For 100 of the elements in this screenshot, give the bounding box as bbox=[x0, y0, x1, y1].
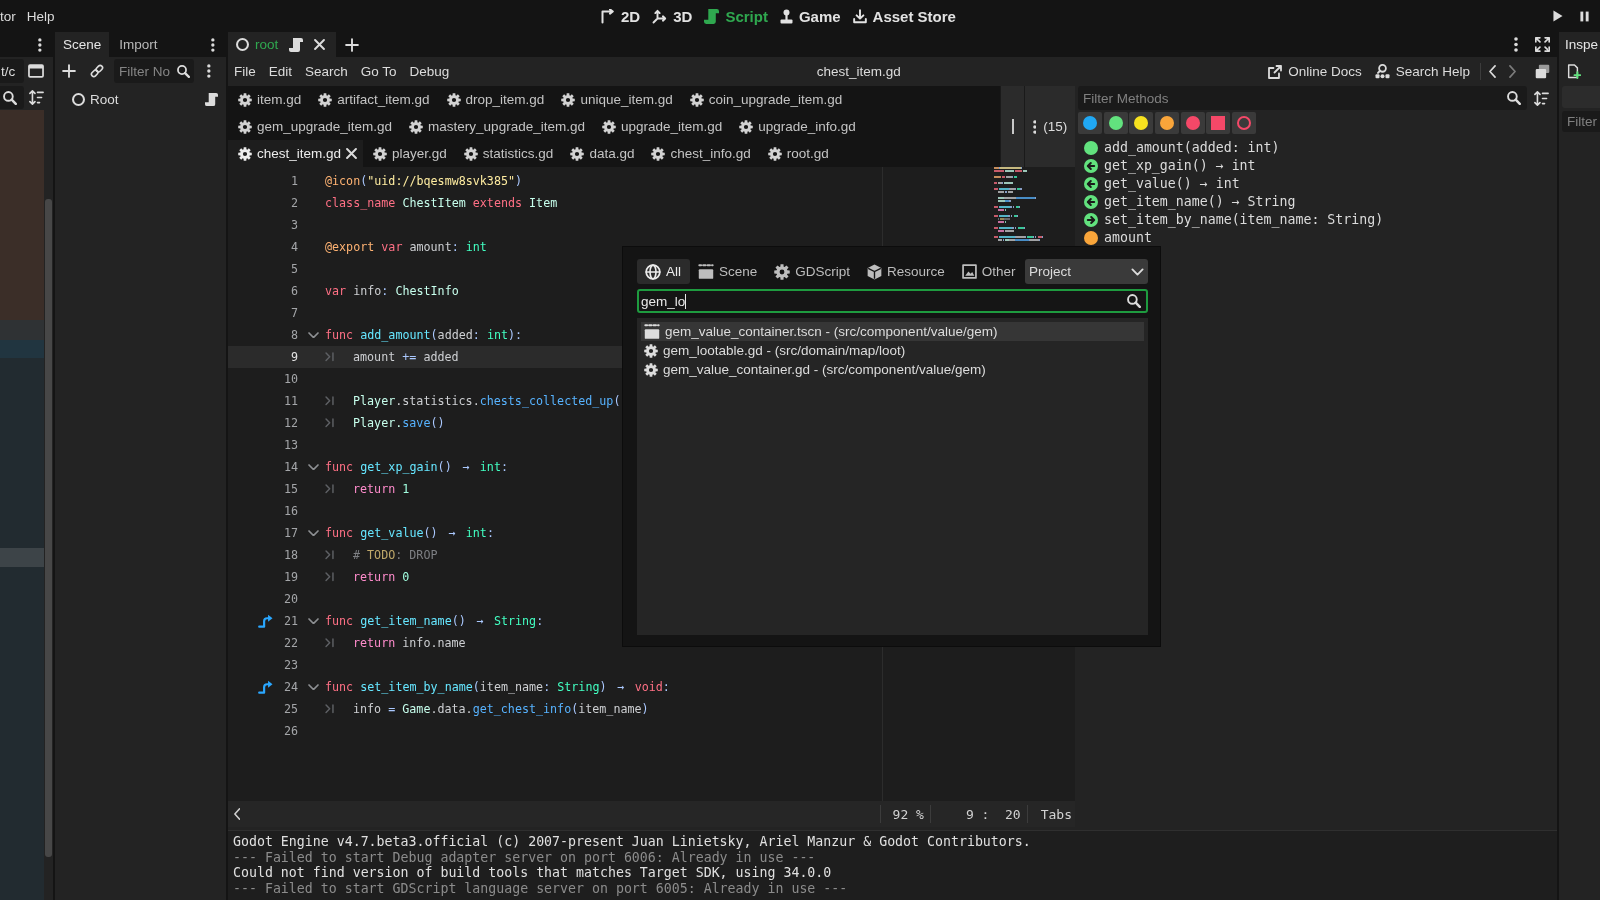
file-tab[interactable]: mastery_upgrade_item.gd bbox=[399, 113, 592, 140]
file-tab[interactable]: unique_item.gd bbox=[551, 86, 680, 113]
file-tab[interactable]: player.gd bbox=[363, 140, 454, 167]
filter-tab[interactable]: All bbox=[637, 259, 690, 284]
bent-arrow-icon[interactable] bbox=[257, 614, 273, 628]
file-tab[interactable]: item.gd bbox=[228, 86, 309, 113]
filter-tab[interactable]: Other bbox=[953, 259, 1025, 284]
result-item[interactable]: gem_value_container.gd - (src/component/value/gem) bbox=[641, 360, 1144, 379]
editor-tab[interactable]: Asset Store bbox=[852, 7, 956, 25]
link-icon[interactable] bbox=[90, 64, 104, 78]
color-filter-button[interactable] bbox=[1232, 112, 1257, 134]
file-tab[interactable]: chest_info.gd bbox=[641, 140, 758, 167]
more-options-icon[interactable] bbox=[211, 37, 215, 52]
color-filter-button[interactable] bbox=[1078, 112, 1102, 134]
menu-item[interactable]: Search bbox=[305, 64, 348, 79]
color-filter-button[interactable] bbox=[1206, 112, 1231, 134]
indentation-mode[interactable]: Tabs bbox=[1040, 806, 1072, 822]
chevron-left-icon[interactable] bbox=[234, 808, 241, 820]
color-filter-button[interactable] bbox=[1155, 112, 1180, 134]
editor-tab[interactable]: Script bbox=[704, 7, 768, 25]
dock-tab[interactable]: Scene bbox=[55, 32, 110, 57]
path-field[interactable]: t/c bbox=[0, 59, 24, 83]
member-item[interactable]: get_item_name() → String bbox=[1104, 194, 1296, 210]
menu-item[interactable]: Help bbox=[26, 8, 55, 24]
file-tab[interactable]: upgrade_info.gd bbox=[729, 113, 863, 140]
member-item[interactable]: get_value() → int bbox=[1104, 176, 1240, 192]
file-tab[interactable]: chest_item.gd bbox=[228, 140, 364, 167]
editor-tab[interactable]: 3D bbox=[652, 7, 693, 25]
more-options-icon[interactable] bbox=[207, 64, 211, 78]
filter-field[interactable]: Filter No bbox=[114, 59, 194, 83]
fold-chevron-icon[interactable] bbox=[307, 617, 319, 625]
line-number: 24 bbox=[283, 680, 298, 694]
filter-field[interactable]: Filter Methods bbox=[1078, 86, 1527, 110]
panel-layout-icon[interactable] bbox=[28, 64, 44, 78]
menu-item[interactable]: Edit bbox=[268, 64, 293, 79]
close-icon[interactable] bbox=[314, 39, 326, 50]
close-icon[interactable] bbox=[346, 148, 358, 159]
menu-item[interactable]: Go To bbox=[360, 64, 397, 79]
more-options-icon[interactable] bbox=[1032, 119, 1037, 134]
color-filter-button[interactable] bbox=[1129, 112, 1154, 134]
file-tab[interactable]: data.gd bbox=[560, 140, 642, 167]
member-item[interactable]: amount bbox=[1104, 230, 1152, 246]
zoom-level[interactable]: 92 % bbox=[892, 806, 924, 822]
play-icon[interactable] bbox=[1553, 10, 1563, 22]
help-link[interactable]: Search Help bbox=[1374, 64, 1470, 79]
result-item[interactable]: gem_lootable.gd - (src/domain/map/loot) bbox=[641, 341, 1144, 360]
file-tab[interactable]: statistics.gd bbox=[453, 140, 561, 167]
gear-icon bbox=[238, 119, 252, 134]
editor-tab[interactable]: 2D bbox=[600, 7, 641, 25]
plus-icon[interactable] bbox=[62, 64, 76, 78]
filter-field[interactable] bbox=[0, 86, 24, 109]
search-field[interactable]: gem_lo bbox=[637, 289, 1148, 313]
bent-arrow-icon[interactable] bbox=[257, 680, 273, 694]
line-number: 14 bbox=[283, 460, 298, 474]
color-filter-button[interactable] bbox=[1103, 112, 1128, 134]
file-tab[interactable]: gem_upgrade_item.gd bbox=[228, 113, 400, 140]
dock-tab[interactable]: Inspe bbox=[1559, 32, 1600, 57]
file-tab[interactable]: root.gd bbox=[757, 140, 836, 167]
fold-chevron-icon[interactable] bbox=[307, 463, 319, 471]
sort-icon[interactable] bbox=[28, 90, 44, 105]
menu-item[interactable]: File bbox=[234, 64, 256, 79]
new-file-icon[interactable] bbox=[1567, 63, 1581, 79]
filter-tab[interactable]: Resource bbox=[859, 259, 954, 284]
menu-item[interactable]: tor bbox=[0, 8, 16, 24]
sort-icon[interactable] bbox=[1534, 90, 1549, 106]
menu-item[interactable]: Debug bbox=[409, 64, 450, 79]
file-tab[interactable]: upgrade_item.gd bbox=[591, 113, 730, 140]
result-item[interactable]: gem_value_container.tscn - (src/component/value/gem) bbox=[641, 322, 1144, 341]
fullscreen-icon[interactable] bbox=[1535, 37, 1550, 52]
color-filter-button[interactable] bbox=[1180, 112, 1205, 134]
document-tab[interactable]: root bbox=[228, 32, 337, 57]
pause-icon[interactable] bbox=[1580, 10, 1589, 22]
line-number: 26 bbox=[283, 724, 298, 738]
more-options-icon[interactable] bbox=[38, 37, 42, 52]
editor-tab[interactable]: Game bbox=[779, 7, 841, 25]
fold-chevron-icon[interactable] bbox=[307, 683, 319, 691]
filter-field[interactable]: Filter bbox=[1562, 111, 1600, 132]
fold-chevron-icon[interactable] bbox=[307, 529, 319, 537]
more-options-icon[interactable] bbox=[1514, 37, 1518, 52]
code-minimap[interactable] bbox=[994, 167, 1043, 244]
tree-item[interactable]: Root bbox=[55, 88, 226, 110]
windows-icon[interactable] bbox=[1535, 64, 1550, 79]
filter-tab[interactable]: Scene bbox=[690, 259, 767, 284]
scope-dropdown[interactable]: Project bbox=[1025, 259, 1148, 284]
chevron-left-icon[interactable] bbox=[1489, 65, 1496, 78]
file-tab[interactable]: artifact_item.gd bbox=[308, 86, 437, 113]
file-tab[interactable]: drop_item.gd bbox=[436, 86, 552, 113]
fold-chevron-icon[interactable] bbox=[307, 331, 319, 339]
member-item[interactable]: get_xp_gain() → int bbox=[1104, 158, 1256, 174]
member-item[interactable]: set_item_by_name(item_name: String) bbox=[1104, 212, 1384, 228]
grabber-icon[interactable] bbox=[1011, 119, 1014, 134]
file-tab[interactable]: coin_upgrade_item.gd bbox=[679, 86, 850, 113]
joystick-icon bbox=[779, 8, 793, 24]
member-item[interactable]: add_amount(added: int) bbox=[1104, 140, 1280, 156]
filter-tab[interactable]: GDScript bbox=[766, 259, 860, 284]
plus-icon[interactable] bbox=[345, 37, 360, 52]
chevron-right-icon[interactable] bbox=[1509, 65, 1516, 78]
dock-tab[interactable]: Import bbox=[111, 32, 166, 57]
scrollbar[interactable] bbox=[45, 199, 52, 857]
help-link[interactable]: Online Docs bbox=[1268, 64, 1362, 79]
